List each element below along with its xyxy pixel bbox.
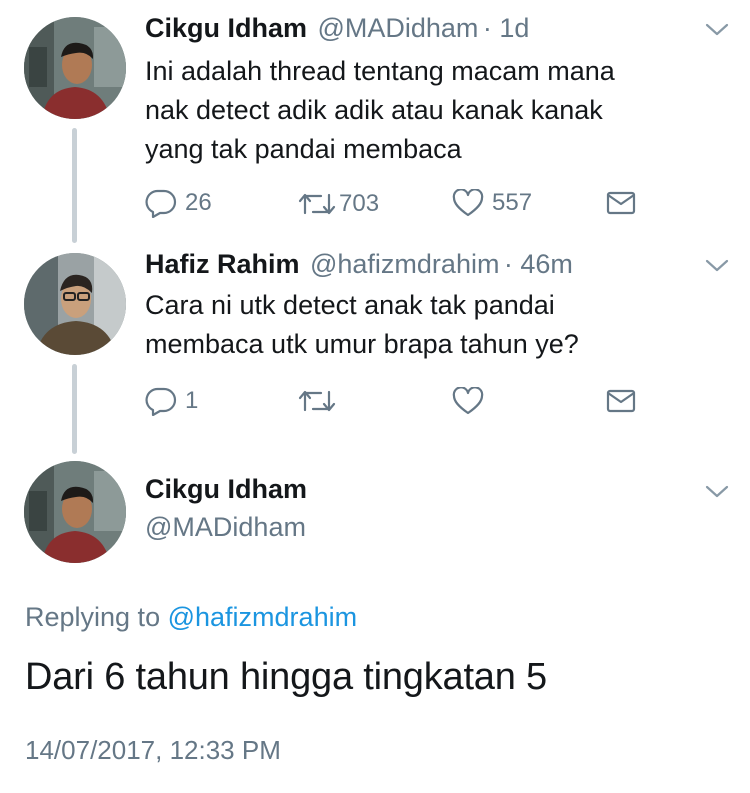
tweet-text-line: Ini adalah thread tentang macam mana <box>145 56 615 86</box>
dm-button[interactable] <box>606 389 636 413</box>
retweet-icon <box>297 388 337 414</box>
reply-button[interactable]: 26 <box>145 188 212 218</box>
tweet-text-line: nak detect adik adik atau kanak kanak <box>145 95 603 125</box>
avatar[interactable] <box>24 461 126 563</box>
heart-icon <box>452 189 484 217</box>
tweet-text-line: membaca utk umur brapa tahun ye? <box>145 329 579 359</box>
author-handle[interactable]: @MADidham <box>145 512 306 543</box>
reply-button[interactable]: 1 <box>145 386 198 416</box>
chevron-down-icon[interactable] <box>704 258 730 279</box>
replying-to: Replying to @hafizmdrahim <box>25 602 357 633</box>
retweet-icon <box>297 191 337 217</box>
author-handle[interactable]: @MADidham <box>317 13 478 43</box>
like-button[interactable] <box>452 387 492 415</box>
chevron-down-icon[interactable] <box>704 22 730 43</box>
envelope-icon <box>606 389 636 413</box>
reply-icon <box>145 188 177 218</box>
heart-icon <box>452 387 484 415</box>
reply-icon <box>145 386 177 416</box>
tweet-header: Cikgu Idham @MADidham · 1d <box>145 13 529 44</box>
tweet-text: Cara ni utk detect anak tak pandai memba… <box>145 286 579 364</box>
like-button[interactable]: 557 <box>452 189 532 217</box>
envelope-icon <box>606 191 636 215</box>
tweet-text: Ini adalah thread tentang macam mana nak… <box>145 52 615 169</box>
avatar[interactable] <box>24 17 126 119</box>
replying-prefix: Replying to <box>25 602 161 632</box>
tweet-time[interactable]: · 46m <box>504 249 573 279</box>
author-name[interactable]: Hafiz Rahim <box>145 249 300 279</box>
dm-button[interactable] <box>606 191 636 215</box>
author-name[interactable]: Cikgu Idham <box>145 474 307 505</box>
main-tweet-text: Dari 6 tahun hingga tingkatan 5 <box>25 656 547 698</box>
tweet-header: Hafiz Rahim @hafizmdrahim · 46m <box>145 249 573 280</box>
avatar[interactable] <box>24 253 126 355</box>
like-count: 557 <box>492 189 533 216</box>
tweet-time[interactable]: · 1d <box>483 13 530 43</box>
tweet-text-line: Cara ni utk detect anak tak pandai <box>145 290 555 320</box>
thread-line <box>72 128 77 243</box>
thread-line <box>72 364 77 454</box>
tweet-timestamp[interactable]: 14/07/2017, 12:33 PM <box>25 735 281 766</box>
reply-count: 1 <box>185 387 199 414</box>
retweet-button[interactable] <box>297 388 345 414</box>
author-handle[interactable]: @hafizmdrahim <box>310 249 499 279</box>
reply-mention-link[interactable]: @hafizmdrahim <box>168 602 357 632</box>
retweet-count: 703 <box>339 190 380 217</box>
retweet-button[interactable]: 703 <box>297 190 379 218</box>
reply-count: 26 <box>185 189 212 216</box>
chevron-down-icon[interactable] <box>704 484 730 505</box>
author-name[interactable]: Cikgu Idham <box>145 13 307 43</box>
tweet-text-line: yang tak pandai membaca <box>145 134 462 164</box>
